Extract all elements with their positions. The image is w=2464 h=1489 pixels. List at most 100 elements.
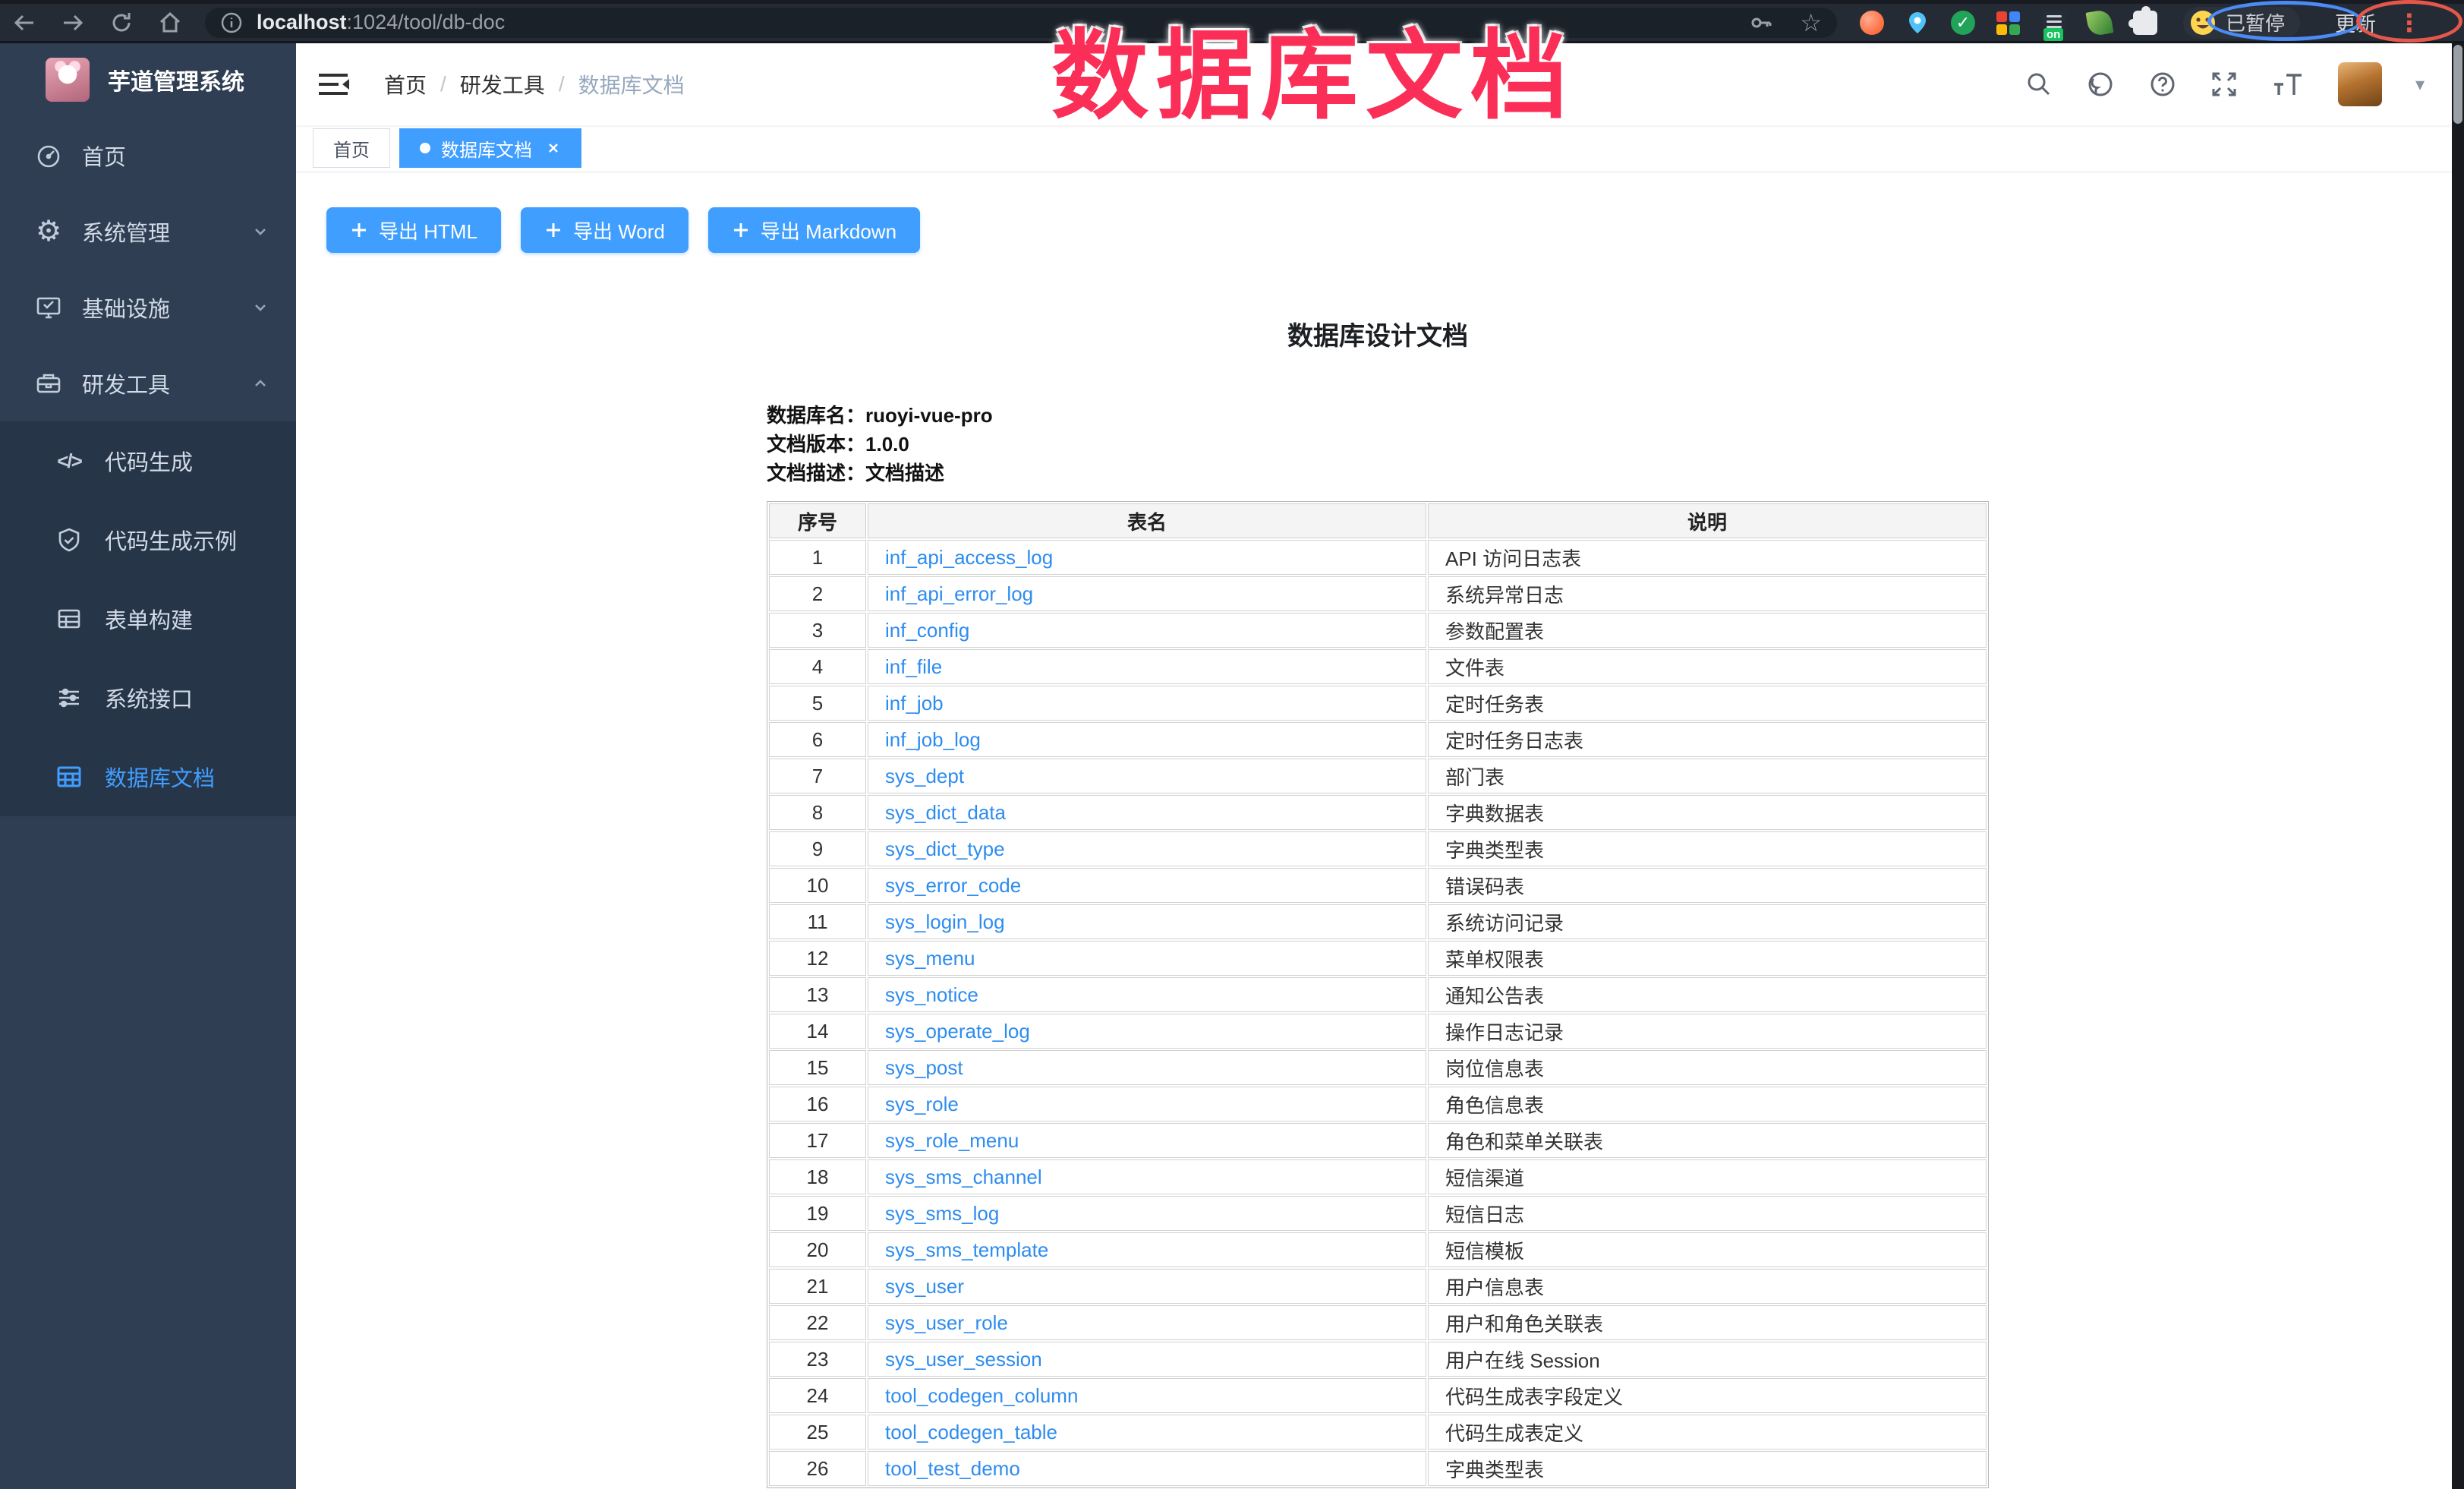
extension-check-icon[interactable]: ✓ bbox=[1951, 11, 1975, 35]
sidebar-item-label: 表单构建 bbox=[105, 603, 193, 635]
row-index: 7 bbox=[769, 759, 866, 793]
table-name-link[interactable]: sys_role bbox=[885, 1093, 959, 1115]
table-name-link[interactable]: sys_dept bbox=[885, 765, 964, 787]
sidebar-item-codegen-demo[interactable]: 代码生成示例 bbox=[0, 500, 296, 579]
table-name-link[interactable]: sys_sms_template bbox=[885, 1238, 1048, 1261]
extensions-puzzle-icon[interactable] bbox=[2133, 11, 2157, 35]
table-name-link[interactable]: sys_sms_log bbox=[885, 1202, 999, 1225]
smiley-extension-icon bbox=[2189, 9, 2217, 36]
url-path: :1024/tool/db-doc bbox=[347, 11, 506, 34]
export-html-button[interactable]: 导出 HTML bbox=[326, 207, 501, 253]
password-key-icon[interactable] bbox=[1748, 10, 1774, 36]
table-name-link[interactable]: inf_api_access_log bbox=[885, 546, 1053, 569]
table-name-link[interactable]: sys_role_menu bbox=[885, 1129, 1019, 1152]
browser-forward-icon[interactable] bbox=[49, 9, 97, 36]
tab-home[interactable]: 首页 bbox=[313, 128, 390, 168]
meta-db-name: 数据库名：ruoyi-vue-pro bbox=[767, 401, 1989, 430]
extension-leaf-icon[interactable] bbox=[2085, 8, 2113, 36]
table-row: 17 sys_role_menu 角色和菜单关联表 bbox=[769, 1123, 1987, 1158]
sidebar-item-codegen[interactable]: </> 代码生成 bbox=[0, 421, 296, 500]
page-scrollbar[interactable] bbox=[2452, 43, 2464, 1489]
row-index: 26 bbox=[769, 1451, 866, 1486]
table-name-link[interactable]: sys_dict_data bbox=[885, 801, 1006, 824]
breadcrumb-home[interactable]: 首页 bbox=[384, 69, 427, 99]
table-name-link[interactable]: sys_error_code bbox=[885, 874, 1021, 897]
gear-icon: ⚙ bbox=[32, 217, 65, 246]
extension-orange-icon[interactable] bbox=[1860, 11, 1884, 35]
button-label: 导出 Word bbox=[573, 216, 665, 244]
browser-menu-icon[interactable]: ⋮ bbox=[2397, 8, 2421, 37]
font-size-icon[interactable] bbox=[2271, 71, 2305, 98]
sidebar-item-home[interactable]: 首页 bbox=[0, 118, 296, 194]
browser-back-icon[interactable] bbox=[0, 9, 49, 36]
address-bar[interactable]: localhost:1024/tool/db-doc ☆ bbox=[205, 8, 1837, 38]
extension-paused-badge[interactable]: 已暂停 bbox=[2183, 7, 2300, 39]
app-logo-row[interactable]: 芋道管理系统 bbox=[0, 43, 296, 116]
export-markdown-button[interactable]: 导出 Markdown bbox=[708, 207, 920, 253]
help-icon[interactable] bbox=[2148, 70, 2177, 99]
table-row: 6 inf_job_log 定时任务日志表 bbox=[769, 722, 1987, 757]
browser-reload-icon[interactable] bbox=[97, 9, 146, 36]
row-description: 系统异常日志 bbox=[1428, 576, 1987, 611]
table-name-link[interactable]: inf_config bbox=[885, 619, 969, 642]
extension-pin-icon[interactable] bbox=[1905, 11, 1930, 35]
sidebar-item-system[interactable]: ⚙ 系统管理 bbox=[0, 194, 296, 270]
table-name-link[interactable]: tool_test_demo bbox=[885, 1457, 1020, 1480]
table-name-link[interactable]: sys_post bbox=[885, 1056, 963, 1079]
row-index: 11 bbox=[769, 904, 866, 939]
table-name-link[interactable]: tool_codegen_column bbox=[885, 1384, 1078, 1407]
table-row: 10 sys_error_code 错误码表 bbox=[769, 868, 1987, 903]
row-index: 22 bbox=[769, 1305, 866, 1340]
document-title: 数据库设计文档 bbox=[767, 315, 1989, 352]
github-icon[interactable] bbox=[2086, 70, 2115, 99]
tab-db-doc[interactable]: 数据库文档 bbox=[399, 128, 581, 168]
shield-check-icon bbox=[53, 527, 85, 553]
row-index: 6 bbox=[769, 722, 866, 757]
sidebar-item-form-builder[interactable]: 表单构建 bbox=[0, 579, 296, 658]
tab-close-icon[interactable] bbox=[546, 140, 561, 156]
bookmark-star-icon[interactable]: ☆ bbox=[1800, 8, 1822, 37]
sidebar-item-system-api[interactable]: 系统接口 bbox=[0, 658, 296, 737]
sidebar-item-db-doc[interactable]: 数据库文档 bbox=[0, 737, 296, 816]
table-row: 24 tool_codegen_column 代码生成表字段定义 bbox=[769, 1378, 1987, 1413]
table-name-link[interactable]: sys_login_log bbox=[885, 910, 1005, 933]
row-description: 系统访问记录 bbox=[1428, 904, 1987, 939]
table-name-link[interactable]: inf_job_log bbox=[885, 728, 981, 751]
scrollbar-thumb[interactable] bbox=[2453, 45, 2462, 124]
row-description: 参数配置表 bbox=[1428, 613, 1987, 648]
search-icon[interactable] bbox=[2025, 71, 2053, 98]
browser-update-button[interactable]: 更新 bbox=[2335, 8, 2376, 37]
sidebar-fold-icon[interactable] bbox=[316, 69, 351, 99]
breadcrumb-devtools[interactable]: 研发工具 bbox=[460, 69, 545, 99]
sidebar: 芋道管理系统 首页 ⚙ 系统管理 基础设施 bbox=[0, 43, 296, 1489]
sidebar-item-infra[interactable]: 基础设施 bbox=[0, 270, 296, 345]
table-name-link[interactable]: sys_user bbox=[885, 1275, 964, 1298]
table-name-link[interactable]: sys_menu bbox=[885, 947, 975, 970]
browser-home-icon[interactable] bbox=[146, 9, 194, 36]
table-name-link[interactable]: inf_job bbox=[885, 692, 944, 715]
table-row: 8 sys_dict_data 字典数据表 bbox=[769, 795, 1987, 830]
export-word-button[interactable]: 导出 Word bbox=[521, 207, 688, 253]
table-name-link[interactable]: tool_codegen_table bbox=[885, 1421, 1057, 1443]
table-name-link[interactable]: sys_operate_log bbox=[885, 1020, 1030, 1043]
meta-doc-version: 文档版本：1.0.0 bbox=[767, 430, 1989, 459]
sidebar-item-devtools[interactable]: 研发工具 bbox=[0, 345, 296, 421]
table-name-link[interactable]: sys_notice bbox=[885, 983, 978, 1006]
table-name-link[interactable]: inf_api_error_log bbox=[885, 582, 1033, 605]
table-name-link[interactable]: sys_user_role bbox=[885, 1311, 1008, 1334]
avatar-caret-down-icon[interactable]: ▾ bbox=[2415, 74, 2425, 96]
extension-bars-icon[interactable]: on bbox=[2042, 11, 2066, 35]
row-index: 5 bbox=[769, 686, 866, 721]
fullscreen-icon[interactable] bbox=[2210, 71, 2238, 98]
row-index: 4 bbox=[769, 649, 866, 684]
table-name-link[interactable]: sys_user_session bbox=[885, 1348, 1042, 1371]
table-name-link[interactable]: sys_sms_channel bbox=[885, 1166, 1042, 1188]
extension-grid-icon[interactable] bbox=[1996, 11, 2021, 35]
row-index: 9 bbox=[769, 831, 866, 866]
site-info-icon[interactable] bbox=[220, 11, 243, 34]
table-row: 26 tool_test_demo 字典类型表 bbox=[769, 1451, 1987, 1486]
table-row: 3 inf_config 参数配置表 bbox=[769, 613, 1987, 648]
table-name-link[interactable]: sys_dict_type bbox=[885, 838, 1005, 860]
avatar[interactable] bbox=[2338, 62, 2382, 106]
table-name-link[interactable]: inf_file bbox=[885, 655, 942, 678]
